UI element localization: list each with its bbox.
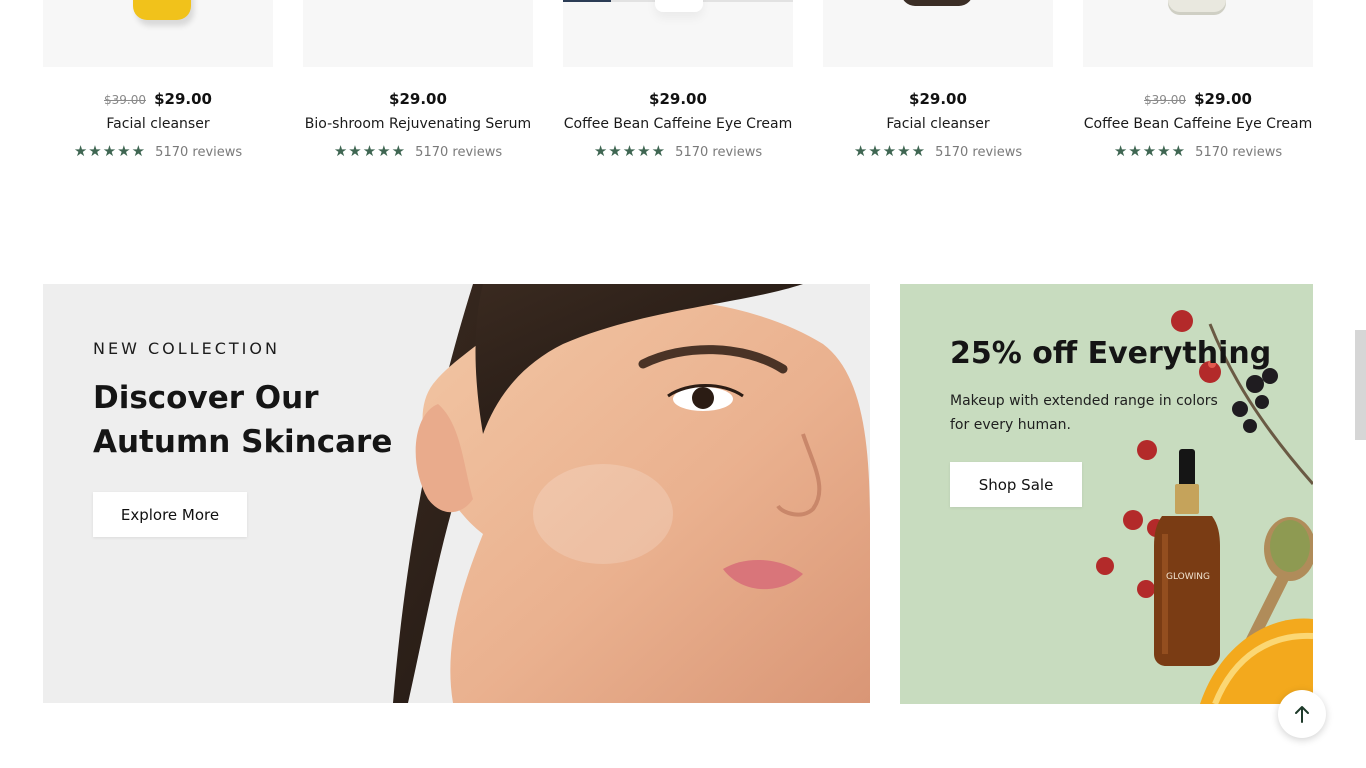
star-rating-icon: ★★★★★ (853, 142, 927, 160)
old-price: $39.00 (1144, 93, 1186, 107)
shop-sale-button[interactable]: Shop Sale (950, 462, 1082, 507)
collection-banner: NEW COLLECTION Discover Our Autumn Skinc… (43, 284, 870, 703)
star-rating-icon: ★★★★★ (593, 142, 667, 160)
product-image[interactable] (563, 0, 793, 67)
sale-banner: GLOWING 25% off Everything Makeup with e… (900, 284, 1313, 704)
product-name[interactable]: Facial cleanser (28, 114, 288, 134)
product-name[interactable]: Coffee Bean Caffeine Eye Cream (1068, 114, 1328, 134)
price: $29.00 (909, 90, 967, 108)
product-image[interactable] (823, 0, 1053, 67)
star-rating-icon: ★★★★★ (1113, 142, 1187, 160)
product-image[interactable] (303, 0, 533, 67)
product-carousel: $39.00 $29.00 Facial cleanser ★★★★★ 5170… (43, 0, 1313, 170)
product-rating: ★★★★★ 5170 reviews (1083, 142, 1313, 162)
scrollbar-thumb[interactable] (1355, 330, 1366, 440)
carousel-progress-indicator (563, 0, 611, 2)
review-count[interactable]: 5170 reviews (1195, 145, 1282, 160)
product-price-line: $39.00 $29.00 (43, 90, 273, 109)
dark-jar-icon (901, 0, 973, 6)
product-price-line: $29.00 (303, 90, 533, 108)
promo-title: 25% off Everything (950, 336, 1272, 371)
product-price-line: $29.00 (563, 90, 793, 108)
yellow-bottle-icon (133, 0, 191, 20)
product-price-line: $39.00 $29.00 (1083, 90, 1313, 109)
star-rating-icon: ★★★★★ (333, 142, 407, 160)
product-name[interactable]: Coffee Bean Caffeine Eye Cream (548, 114, 808, 134)
product-image[interactable] (43, 0, 273, 67)
product-card[interactable]: $29.00 Bio-shroom Rejuvenating Serum ★★★… (303, 0, 533, 170)
product-card[interactable]: $39.00 $29.00 Facial cleanser ★★★★★ 5170… (43, 0, 273, 170)
product-card[interactable]: $39.00 $29.00 Coffee Bean Caffeine Eye C… (1083, 0, 1313, 170)
promo-text: Makeup with extended range in colors for… (950, 393, 1218, 433)
price: $29.00 (389, 90, 447, 108)
product-price-line: $29.00 (823, 90, 1053, 108)
product-card[interactable]: $29.00 Coffee Bean Caffeine Eye Cream ★★… (563, 0, 793, 170)
product-name[interactable]: Bio-shroom Rejuvenating Serum (288, 114, 548, 134)
review-count[interactable]: 5170 reviews (675, 145, 762, 160)
white-jar-icon (655, 0, 703, 12)
cream-jar-icon (1168, 0, 1226, 12)
product-image[interactable] (1083, 0, 1313, 67)
banner-headline: Discover Our Autumn Skincare (93, 380, 393, 460)
star-rating-icon: ★★★★★ (73, 142, 147, 160)
product-rating: ★★★★★ 5170 reviews (563, 142, 793, 162)
product-rating: ★★★★★ 5170 reviews (43, 142, 273, 162)
price: $29.00 (1194, 90, 1252, 108)
old-price: $39.00 (104, 93, 146, 107)
review-count[interactable]: 5170 reviews (155, 145, 242, 160)
product-name[interactable]: Facial cleanser (808, 114, 1068, 134)
review-count[interactable]: 5170 reviews (415, 145, 502, 160)
review-count[interactable]: 5170 reviews (935, 145, 1022, 160)
bottle-label: GLOWING (1166, 572, 1210, 582)
product-rating: ★★★★★ 5170 reviews (303, 142, 533, 162)
scroll-to-top-button[interactable] (1278, 690, 1326, 738)
price: $29.00 (154, 90, 212, 108)
explore-more-button[interactable]: Explore More (93, 492, 247, 537)
product-rating: ★★★★★ 5170 reviews (823, 142, 1053, 162)
price: $29.00 (649, 90, 707, 108)
arrow-up-icon (1295, 706, 1309, 723)
product-card[interactable]: $29.00 Facial cleanser ★★★★★ 5170 review… (823, 0, 1053, 170)
banner-eyebrow: NEW COLLECTION (93, 339, 280, 358)
